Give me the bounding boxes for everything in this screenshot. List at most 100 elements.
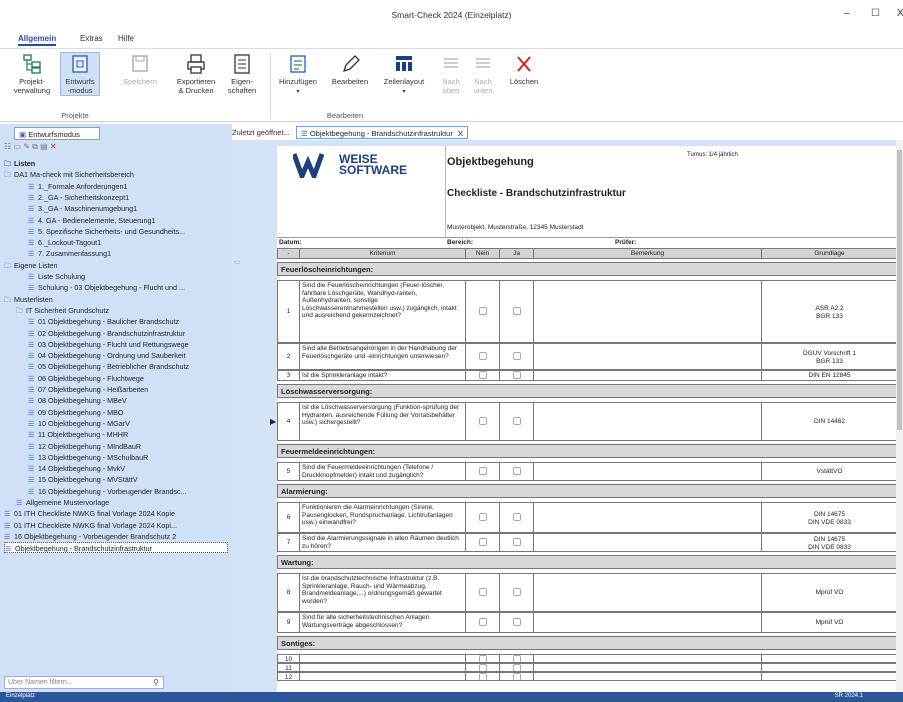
tab-extras[interactable]: Extras bbox=[80, 34, 103, 43]
tree-item[interactable]: ☰ 04 Objektbegehung - Ordnung und Sauberk… bbox=[28, 350, 228, 361]
ja-checkbox[interactable] bbox=[512, 588, 521, 596]
tree-item[interactable]: ☰ 14 Objektbegehung - MvkV bbox=[28, 463, 228, 474]
nein-checkbox[interactable] bbox=[478, 467, 487, 475]
tab-allgemein[interactable]: Allgemein bbox=[18, 34, 57, 46]
ja-checkbox[interactable] bbox=[512, 371, 521, 379]
tree-item[interactable]: ☰ 05 Objektbegehung - Betrieblicher Brand… bbox=[28, 361, 228, 372]
ja-checkbox[interactable] bbox=[512, 307, 521, 315]
tree-item[interactable]: ☰ 01 ITH Checkliste NWKG final Vorlage 20… bbox=[4, 520, 228, 531]
nein-checkbox[interactable] bbox=[478, 417, 487, 425]
minimize-button[interactable]: – bbox=[844, 8, 850, 19]
nein-checkbox[interactable] bbox=[478, 673, 487, 680]
maximize-button[interactable]: ☐ bbox=[871, 8, 880, 19]
nein-checkbox[interactable] bbox=[478, 371, 487, 379]
remark-field[interactable] bbox=[533, 663, 762, 672]
tree-item[interactable]: ☰ 11 Objektbegehung - MHHR bbox=[28, 429, 228, 440]
remark-field[interactable] bbox=[533, 343, 762, 370]
tree-item[interactable]: ☰ Allgemeine Mustervorlage bbox=[16, 497, 228, 508]
tree-item[interactable]: ☰ 7. Zusammenfassung1 bbox=[28, 248, 228, 259]
add-button[interactable]: Hinzufügen ▾ bbox=[276, 53, 320, 96]
tree-item[interactable]: ☰ 6._Lockout-Tagout1 bbox=[28, 237, 228, 248]
nein-checkbox[interactable] bbox=[478, 538, 487, 546]
tree-item[interactable]: 🗀 Musterlisten bbox=[4, 294, 228, 305]
nein-checkbox[interactable] bbox=[478, 307, 487, 315]
remark-field[interactable] bbox=[533, 533, 762, 552]
remark-field[interactable] bbox=[533, 612, 762, 633]
delete-button[interactable]: Löschen bbox=[504, 53, 544, 87]
tree-item[interactable]: 🗀 Eigene Listen bbox=[4, 260, 228, 271]
ja-checkbox[interactable] bbox=[512, 417, 521, 425]
tree-item[interactable]: ☰ 5. Spezifische Sicherheits- und Gesundh… bbox=[28, 226, 228, 237]
tree-item[interactable]: ☰ 12 Objektbegehung - MIndBauR bbox=[28, 441, 228, 452]
move-down-button[interactable]: Nach unten bbox=[466, 53, 500, 95]
tree-item[interactable]: ☰ 16 Objektbegehung - Vorbeugender Brands… bbox=[28, 486, 228, 497]
tree-item[interactable]: ☰ 01 Objektbegehung - Baulicher Brandschu… bbox=[28, 316, 228, 327]
tree-item[interactable]: ☰ 03 Objektbegehung - Flucht und Rettungs… bbox=[28, 339, 228, 350]
close-button[interactable]: X bbox=[897, 8, 903, 19]
ja-checkbox[interactable] bbox=[512, 673, 521, 680]
save-button[interactable]: Speichern bbox=[120, 53, 160, 87]
edit-pen-icon[interactable]: ✎ bbox=[23, 142, 30, 151]
tree-item[interactable]: 🗀 Listen bbox=[4, 158, 228, 169]
nein-checkbox[interactable] bbox=[478, 664, 487, 671]
nein-checkbox[interactable] bbox=[478, 588, 487, 596]
copy-icon[interactable]: ⧉ bbox=[32, 142, 38, 151]
tree-item[interactable]: 🗀 IT Sicherheit Grundschutz bbox=[16, 305, 228, 316]
tree-item[interactable]: ☰ Liste Schulung bbox=[28, 271, 228, 282]
document-tab[interactable]: ☰ Objektbegehung - Brandschutzinfrastruk… bbox=[296, 126, 468, 139]
tree-item[interactable]: ☰ 15 Objektbegehung - MVStättV bbox=[28, 474, 228, 485]
design-mode-button[interactable]: Entwurfs -modus bbox=[60, 52, 100, 96]
ja-checkbox[interactable] bbox=[512, 664, 521, 671]
project-management-button[interactable]: Projekt- verwaltung bbox=[12, 53, 52, 95]
remark-field[interactable] bbox=[533, 280, 762, 343]
nein-checkbox[interactable] bbox=[478, 655, 487, 662]
tree-item[interactable]: 🗀 DA1 Ma-check mit Sicherheitsbereich bbox=[4, 169, 228, 180]
tree-item[interactable]: ☰ 09 Objektbegehung - MBO bbox=[28, 407, 228, 418]
tree-item[interactable]: ☰ 13 Objektbegehung - MSchulbauR bbox=[28, 452, 228, 463]
new-folder-icon[interactable]: ▭ bbox=[13, 142, 21, 151]
tree-item[interactable]: ☰ Schulung - 03 Objektbegehung - Flucht u… bbox=[28, 282, 228, 293]
tree-item[interactable]: ☰ 07 Objektbegehung - Heißarbeiten bbox=[28, 384, 228, 395]
tree-item[interactable]: ☰ 4. GA - Bedienelemente, Steuerung1 bbox=[28, 215, 228, 226]
ja-checkbox[interactable] bbox=[512, 618, 521, 626]
remark-field[interactable] bbox=[533, 370, 762, 381]
remark-field[interactable] bbox=[533, 402, 762, 441]
tree-item[interactable]: ☰ 06 Objektbegehung - Fluchtwege bbox=[28, 373, 228, 384]
tree-item[interactable]: ☰ 1._Formale Anforderungen1 bbox=[28, 181, 228, 192]
properties-button[interactable]: Eigen- schaften bbox=[222, 53, 262, 95]
ja-checkbox[interactable] bbox=[512, 538, 521, 546]
tree-item[interactable]: ☰ Objektbegehung - Brandschutzinfrastrukt… bbox=[4, 542, 228, 554]
tree-item[interactable]: ☰ 01 ITH Checkliste NWKG final Vorlage 20… bbox=[4, 508, 228, 519]
edit-button[interactable]: Bearbeiten bbox=[328, 53, 372, 87]
ja-checkbox[interactable] bbox=[512, 513, 521, 521]
export-print-button[interactable]: Exportieren & Drucken bbox=[172, 53, 220, 95]
vertical-scrollbar[interactable] bbox=[896, 140, 903, 692]
tree-item[interactable]: ☰ 10 Objektbegehung - MGarV bbox=[28, 418, 228, 429]
ja-checkbox[interactable] bbox=[512, 655, 521, 662]
tab-close-icon[interactable]: X bbox=[458, 129, 463, 138]
remark-field[interactable] bbox=[533, 654, 762, 663]
move-up-button[interactable]: Nach oben bbox=[434, 53, 468, 95]
search-icon[interactable]: ⚲ bbox=[153, 678, 159, 687]
remark-field[interactable] bbox=[533, 462, 762, 481]
tab-entwurfsmodus[interactable]: ▣ Entwurfsmodus bbox=[14, 127, 100, 140]
tree-item[interactable]: ☰ 08 Objektbegehung - MBeV bbox=[28, 395, 228, 406]
properties-small-icon[interactable]: ▤ bbox=[40, 142, 48, 151]
delete-small-icon[interactable]: ✕ bbox=[50, 142, 57, 151]
new-list-icon[interactable]: ☷ bbox=[4, 142, 11, 151]
tree-item[interactable]: ☰ 02 Objektbegehung - Brandschutzinfrastr… bbox=[28, 328, 228, 339]
filter-input[interactable]: Über Namen filtern... ⚲ bbox=[4, 676, 164, 689]
nein-checkbox[interactable] bbox=[478, 352, 487, 360]
ja-checkbox[interactable] bbox=[512, 352, 521, 360]
tree-item[interactable]: ☰ 3._GA - Maschinenumgebung1 bbox=[28, 203, 228, 214]
tree-item[interactable]: ☰ 16 Objektbegehung - Vorbeugender Brands… bbox=[4, 531, 228, 542]
remark-field[interactable] bbox=[533, 672, 762, 681]
row-layout-button[interactable]: Zeilenlayout ▾ bbox=[380, 53, 428, 96]
nein-checkbox[interactable] bbox=[478, 618, 487, 626]
nein-checkbox[interactable] bbox=[478, 513, 487, 521]
ja-checkbox[interactable] bbox=[512, 467, 521, 475]
remark-field[interactable] bbox=[533, 573, 762, 612]
recent-files-link[interactable]: Zuletzt geöffnet... bbox=[232, 128, 290, 137]
scrollbar-thumb[interactable] bbox=[897, 150, 902, 430]
remark-field[interactable] bbox=[533, 502, 762, 533]
